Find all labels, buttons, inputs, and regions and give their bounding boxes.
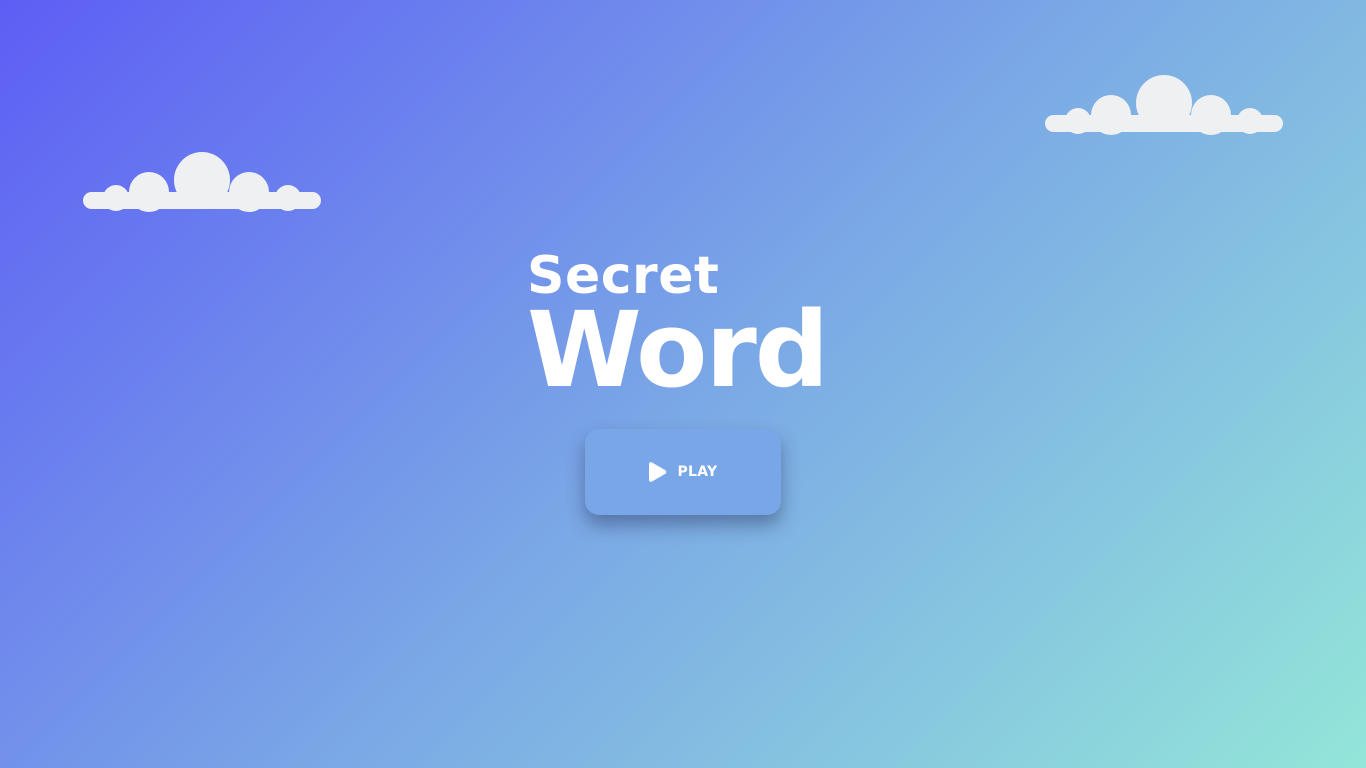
cloud-icon [1045,75,1283,135]
cloud-icon [83,152,321,212]
play-button-label: PLAY [677,464,718,480]
title-line-word: Word [527,289,829,411]
play-button[interactable]: PLAY [585,429,781,515]
game-title: Secret Word [527,250,829,411]
play-icon [649,462,667,482]
